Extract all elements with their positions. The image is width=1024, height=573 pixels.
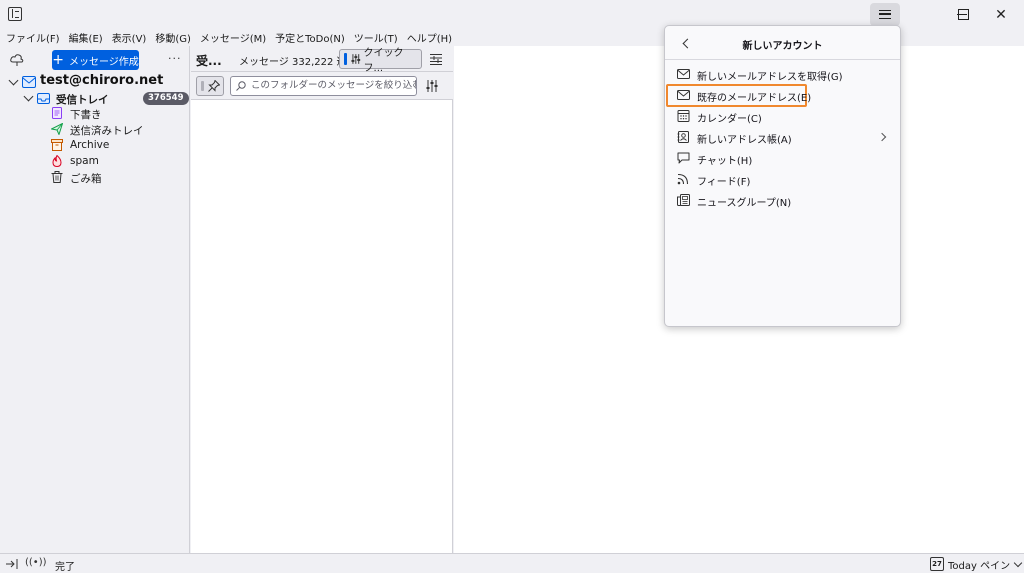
menu-help[interactable]: ヘルプ(H) — [407, 30, 452, 45]
plus-icon: + — [52, 52, 64, 68]
account-name: test@chiroro.net — [40, 73, 164, 88]
app-menu-button[interactable] — [870, 3, 900, 26]
folder-label: 送信済みトレイ — [70, 125, 144, 137]
hamburger-icon — [879, 10, 891, 19]
folder-spam[interactable]: spam — [0, 153, 190, 169]
menu-item-existing-email[interactable]: 既存のメールアドレス(E) — [666, 84, 811, 107]
menu-item-label: 新しいメールアドレスを取得(G) — [697, 72, 843, 83]
filter-sliders-icon — [351, 54, 361, 64]
menu-item-address-book[interactable]: 新しいアドレス帳(A) — [667, 127, 898, 148]
calendar-icon: 27 — [930, 557, 944, 571]
quick-filter-button[interactable]: クイックフ... — [339, 48, 422, 74]
draft-icon — [52, 107, 62, 119]
folder-inbox[interactable]: 受信トレイ 376549 — [0, 90, 190, 106]
folder-trash[interactable]: ごみ箱 — [0, 169, 190, 185]
archive-icon — [51, 139, 63, 151]
menu-item-newsgroup[interactable]: ニュースグループ(N) — [667, 190, 898, 211]
menu-events-tasks[interactable]: 予定とToDo(N) — [275, 30, 345, 45]
chevron-down-icon[interactable] — [8, 75, 19, 86]
menu-item-label: チャット(H) — [697, 156, 753, 167]
account-icon — [22, 76, 36, 88]
menu-go[interactable]: 移動(G) — [155, 30, 191, 45]
filter-options-icon[interactable] — [426, 80, 438, 92]
menu-item-label: カレンダー(C) — [697, 114, 762, 125]
sent-icon — [51, 123, 63, 135]
compose-label: メッセージ作成 — [68, 56, 139, 68]
search-icon — [236, 81, 246, 91]
menu-item-label: フィード(F) — [697, 177, 751, 188]
mail-icon — [677, 90, 690, 100]
newsgroup-icon — [677, 194, 690, 206]
menu-file[interactable]: ファイル(F) — [6, 30, 60, 45]
panel-header: 新しいアカウント — [665, 26, 900, 60]
message-list-pane: 受... メッセージ 332,222 通 クイックフ... このフォルダーのメッ… — [191, 46, 453, 553]
sidebar-toggle-icon[interactable] — [8, 7, 22, 21]
menu-item-feed[interactable]: フィード(F) — [667, 169, 898, 190]
menu-item-label: 既存のメールアドレス(E) — [697, 93, 812, 104]
toggle-indicator — [201, 81, 204, 91]
addressbook-icon — [677, 131, 689, 143]
sticky-filter-button[interactable] — [196, 76, 224, 96]
chat-icon — [677, 152, 690, 164]
chevron-down-icon[interactable] — [23, 91, 34, 102]
compose-button[interactable]: + メッセージ作成 — [52, 50, 139, 70]
folder-sent[interactable]: 送信済みトレイ — [0, 121, 190, 137]
menu-item-new-email[interactable]: 新しいメールアドレスを取得(G) — [667, 64, 898, 85]
get-messages-icon[interactable] — [10, 54, 24, 66]
search-placeholder: このフォルダーのメッセージを絞り込む <C — [251, 80, 417, 91]
message-count: メッセージ 332,222 通 — [239, 57, 347, 68]
pin-icon — [208, 80, 220, 92]
maximize-button[interactable] — [943, 0, 983, 29]
folder-pane-more-button[interactable]: ··· — [168, 52, 182, 65]
feed-icon — [677, 173, 689, 185]
status-bar: ((•)) 完了 27 Today ペイン — [0, 553, 1024, 573]
folder-archive[interactable]: Archive — [0, 137, 190, 153]
menu-edit[interactable]: 編集(E) — [69, 30, 103, 45]
message-list-header: 受... メッセージ 332,222 通 クイックフ... — [191, 46, 453, 74]
chevron-right-icon — [877, 132, 887, 142]
folder-title: 受... — [196, 54, 222, 68]
quick-filter-label: クイックフ... — [363, 48, 404, 74]
mail-icon — [677, 69, 690, 79]
new-account-panel: 新しいアカウント 新しいメールアドレスを取得(G) 既存のメールアドレス(E) … — [664, 25, 901, 327]
menu-view[interactable]: 表示(V) — [112, 30, 147, 45]
today-pane-label: Today ペイン — [948, 560, 1011, 572]
folder-label: 下書き — [70, 109, 102, 121]
folder-pane: + メッセージ作成 ··· test@chiroro.net 受信トレイ 376… — [0, 46, 190, 553]
menu-item-label: ニュースグループ(N) — [697, 198, 792, 209]
folder-label: ごみ箱 — [70, 173, 102, 185]
close-button[interactable]: ✕ — [981, 0, 1021, 29]
panel-title: 新しいアカウント — [742, 41, 823, 52]
filter-search-input[interactable]: このフォルダーのメッセージを絞り込む <C — [230, 76, 417, 96]
calendar-icon — [677, 110, 690, 122]
quick-filter-bar: このフォルダーのメッセージを絞り込む <C — [191, 72, 453, 100]
toggle-indicator — [344, 53, 347, 65]
status-text: 完了 — [55, 562, 75, 573]
folder-label: Archive — [70, 139, 110, 151]
account-row[interactable]: test@chiroro.net — [0, 73, 190, 90]
menu-message[interactable]: メッセージ(M) — [200, 30, 266, 45]
menu-tools[interactable]: ツール(T) — [354, 30, 398, 45]
folder-label: spam — [70, 155, 99, 167]
display-options-icon[interactable] — [430, 53, 442, 65]
menu-item-calendar[interactable]: カレンダー(C) — [667, 106, 898, 127]
collapse-folder-pane-icon[interactable] — [6, 558, 18, 570]
inbox-icon — [37, 93, 50, 104]
folder-drafts[interactable]: 下書き — [0, 105, 190, 121]
unread-count-badge: 376549 — [143, 92, 189, 105]
spam-icon — [52, 155, 62, 167]
chevron-down-icon — [1013, 558, 1023, 567]
today-pane-toggle[interactable]: 27 Today ペイン — [930, 556, 1023, 572]
menu-item-chat[interactable]: チャット(H) — [667, 148, 898, 169]
menu-item-label: 新しいアドレス帳(A) — [697, 135, 792, 146]
online-status-icon[interactable]: ((•)) — [25, 557, 47, 568]
trash-icon — [51, 171, 63, 183]
